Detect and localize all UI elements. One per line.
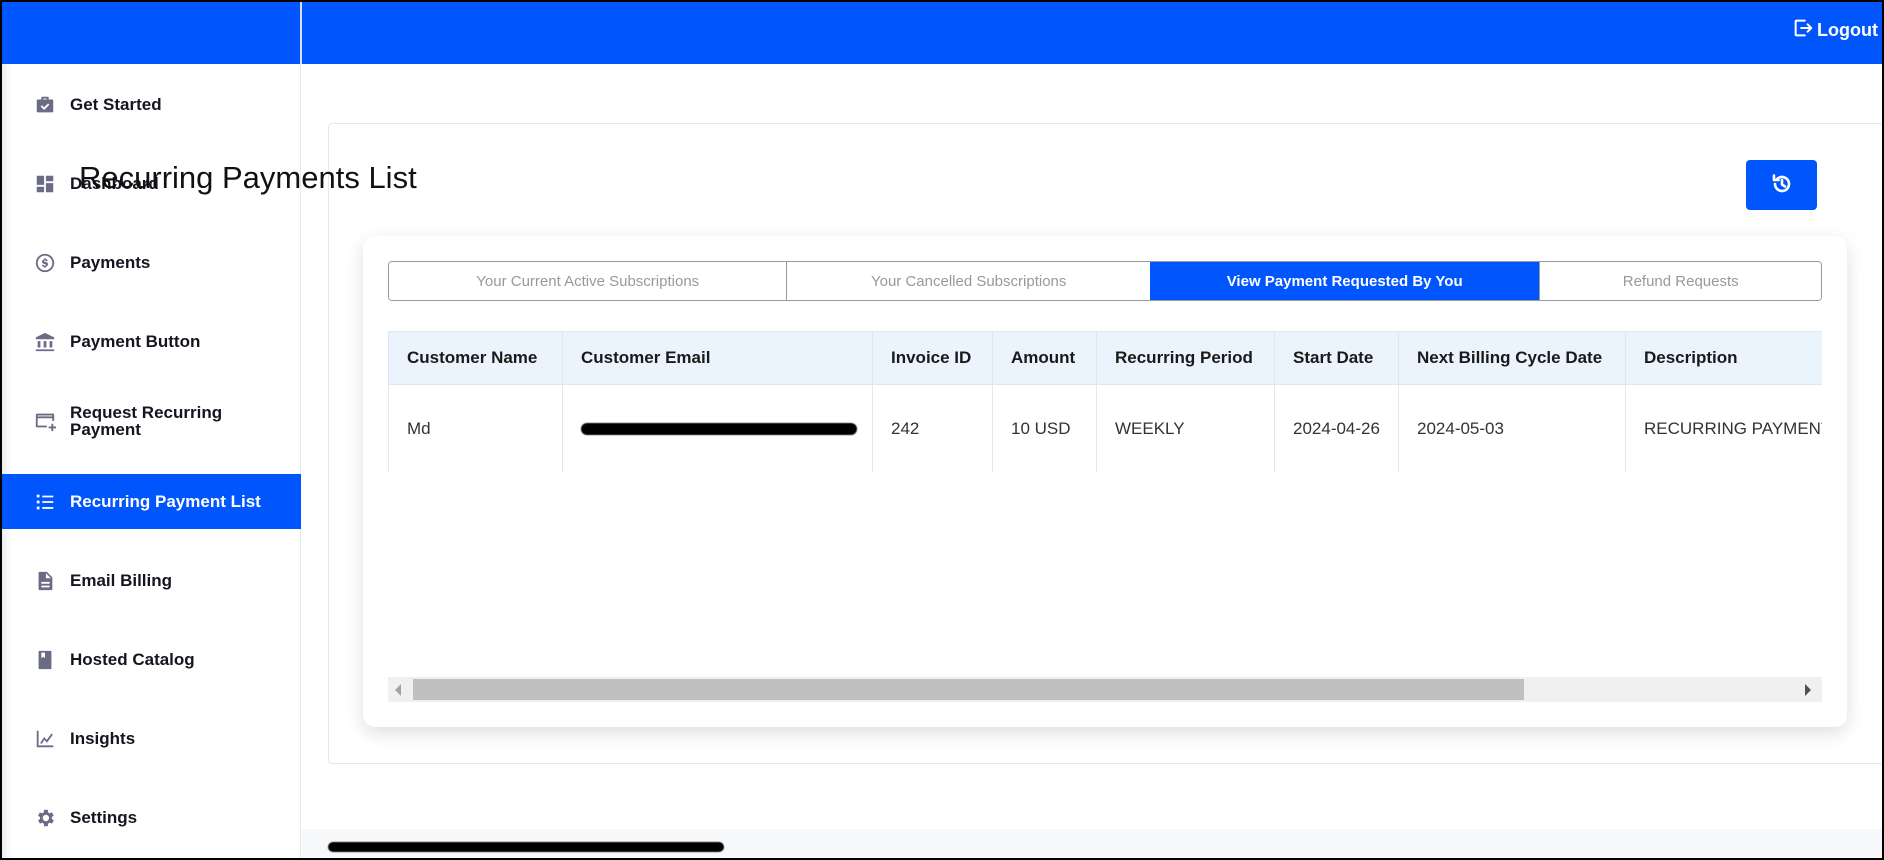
column-header[interactable]: Next Billing Cycle Date — [1398, 331, 1626, 385]
header-divider — [300, 0, 302, 64]
redacted-email — [581, 423, 857, 436]
top-bar: Logout — [0, 0, 1884, 64]
subscription-tabs: Your Current Active Subscriptions Your C… — [388, 261, 1822, 301]
sidebar-item-label: Email Billing — [70, 571, 173, 590]
sidebar-item-label: Request Recurring Payment — [70, 402, 223, 439]
logout-icon — [1792, 17, 1814, 44]
sidebar-item-label: Payment Button — [70, 332, 201, 351]
book-icon — [34, 649, 56, 671]
sidebar-item-label: Payments — [70, 253, 151, 272]
column-header[interactable]: Invoice ID — [872, 331, 993, 385]
sidebar-item-label: Settings — [70, 808, 138, 827]
sidebar-item-payments[interactable]: Payments — [0, 235, 301, 290]
cell-description: RECURRING PAYMENT — [1625, 384, 1822, 472]
sidebar-item-label: Hosted Catalog — [70, 650, 195, 669]
cell-customer-name: Md — [388, 384, 563, 472]
inner-card — [363, 236, 1847, 727]
dashboard-icon — [34, 173, 56, 195]
chart-line-icon — [34, 728, 56, 750]
logout-label: Logout — [1817, 19, 1878, 40]
payments-table: Customer Name Customer Email Invoice ID … — [388, 331, 1822, 472]
footer — [302, 829, 1884, 860]
bank-icon — [34, 331, 56, 353]
refresh-button[interactable] — [1746, 160, 1817, 210]
card-plus-icon — [34, 410, 56, 432]
briefcase-check-icon — [34, 94, 56, 116]
payments-table-container: Customer Name Customer Email Invoice ID … — [388, 331, 1822, 472]
sidebar-item-label: Recurring Payment List — [70, 492, 261, 511]
scroll-right-arrow-icon[interactable] — [1805, 684, 1811, 696]
tab-cancelled-subscriptions[interactable]: Your Cancelled Subscriptions — [786, 262, 1150, 300]
tab-refund-requests[interactable]: Refund Requests — [1539, 262, 1821, 300]
cell-next-billing-date: 2024-05-03 — [1398, 384, 1626, 472]
sidebar-item-request-recurring-payment[interactable]: Request Recurring Payment — [0, 393, 301, 448]
column-header[interactable]: Start Date — [1274, 331, 1399, 385]
column-header[interactable]: Customer Name — [388, 331, 563, 385]
sidebar-item-payment-button[interactable]: Payment Button — [0, 314, 301, 369]
column-header[interactable]: Customer Email — [562, 331, 873, 385]
column-header[interactable]: Amount — [992, 331, 1097, 385]
sidebar-item-hosted-catalog[interactable]: Hosted Catalog — [0, 632, 301, 687]
scrollbar-thumb[interactable] — [413, 679, 1524, 700]
redacted-copyright — [328, 842, 724, 852]
scroll-left-arrow-icon[interactable] — [395, 684, 401, 696]
dollar-circle-icon — [34, 252, 56, 274]
list-icon — [34, 491, 56, 513]
cell-start-date: 2024-04-26 — [1274, 384, 1399, 472]
horizontal-scrollbar[interactable] — [388, 677, 1822, 702]
logout-button[interactable]: Logout — [1792, 17, 1878, 43]
page-title: Recurring Payments List — [79, 160, 417, 195]
cell-invoice-id: 242 — [872, 384, 993, 472]
gear-icon — [34, 807, 56, 829]
column-header[interactable]: Recurring Period — [1096, 331, 1275, 385]
column-header[interactable]: Description — [1625, 331, 1822, 385]
cell-amount: 10 USD — [992, 384, 1097, 472]
sidebar-item-recurring-payment-list[interactable]: Recurring Payment List — [0, 474, 301, 529]
tab-payment-requested[interactable]: View Payment Requested By You — [1149, 262, 1540, 300]
sidebar-item-insights[interactable]: Insights — [0, 711, 301, 766]
history-icon — [1770, 172, 1794, 199]
sidebar-item-label: Get Started — [70, 95, 162, 114]
cell-customer-email — [562, 384, 873, 472]
sidebar-item-email-billing[interactable]: Email Billing — [0, 553, 301, 608]
tab-active-subscriptions[interactable]: Your Current Active Subscriptions — [389, 262, 787, 300]
sidebar-item-settings[interactable]: Settings — [0, 790, 301, 845]
sidebar-item-label: Insights — [70, 729, 136, 748]
cell-recurring-period: WEEKLY — [1096, 384, 1275, 472]
sidebar-item-get-started[interactable]: Get Started — [0, 77, 301, 132]
table-row[interactable]: Md 242 10 USD WEEKLY 2024-04-26 2024-05-… — [388, 384, 1822, 472]
table-header-row: Customer Name Customer Email Invoice ID … — [388, 331, 1822, 385]
document-icon — [34, 570, 56, 592]
